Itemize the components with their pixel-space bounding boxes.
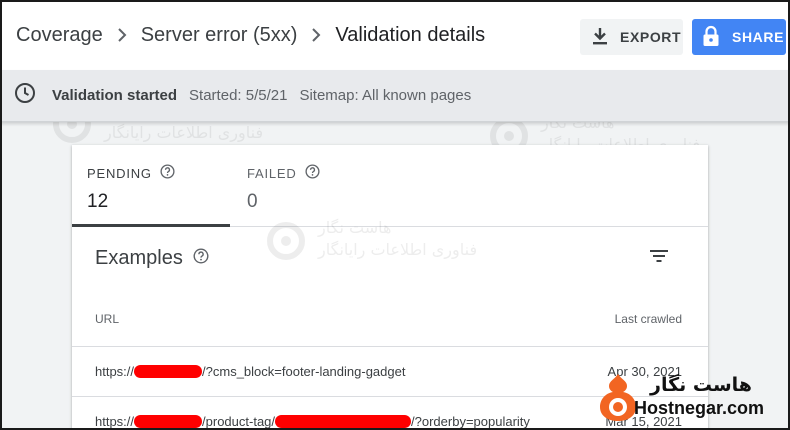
tab-failed[interactable]: FAILED 0 (232, 145, 390, 227)
tab-pending-label: PENDING (87, 165, 152, 181)
tab-failed-label: FAILED (247, 165, 297, 181)
help-icon[interactable] (193, 247, 209, 270)
breadcrumb-coverage[interactable]: Coverage (16, 24, 103, 47)
share-label: SHARE (732, 29, 785, 45)
validation-status-bar: Validation started Started: 5/5/21 Sitem… (0, 70, 790, 122)
chevron-right-icon (117, 28, 127, 42)
help-icon[interactable] (160, 164, 175, 182)
page-title: Validation details (335, 23, 486, 46)
row-url: https:// /?cms_block=footer-landing-gadg… (95, 364, 406, 379)
column-header-url[interactable]: URL (95, 312, 119, 326)
examples-heading: Examples (95, 247, 209, 270)
status-sitemap: Sitemap: All known pages (299, 87, 472, 104)
chevron-right-icon (311, 28, 321, 42)
redaction-mark (134, 415, 203, 428)
divider (230, 226, 708, 227)
filter-icon[interactable] (649, 248, 669, 269)
breadcrumb-server-error[interactable]: Server error (5xx) (141, 24, 298, 47)
help-icon[interactable] (305, 164, 320, 182)
clock-icon (14, 82, 36, 109)
redaction-mark (275, 415, 412, 428)
status-title: Validation started (52, 87, 178, 104)
export-button[interactable]: EXPORT (580, 19, 683, 55)
lock-icon (702, 25, 720, 50)
tab-pending[interactable]: PENDING 12 (72, 145, 230, 227)
tab-failed-count: 0 (247, 191, 258, 212)
share-button[interactable]: SHARE (692, 19, 786, 55)
page-header: Coverage Server error (5xx) Validation d… (0, 0, 790, 70)
hostnegar-logo: هاست نگار Hostnegar.com (592, 368, 788, 426)
tab-pending-count: 12 (87, 191, 109, 212)
logo-persian-text: هاست نگار (650, 374, 752, 396)
export-label: EXPORT (620, 29, 682, 45)
examples-title: Examples (95, 247, 183, 269)
status-started: Started: 5/5/21 (189, 87, 288, 104)
download-icon (592, 27, 608, 48)
redaction-mark (134, 365, 203, 378)
row-url: https:// /product-tag/ /?orderby=popular… (95, 414, 530, 429)
column-header-last-crawled[interactable]: Last crawled (615, 312, 682, 326)
logo-english-text: Hostnegar.com (634, 398, 765, 418)
